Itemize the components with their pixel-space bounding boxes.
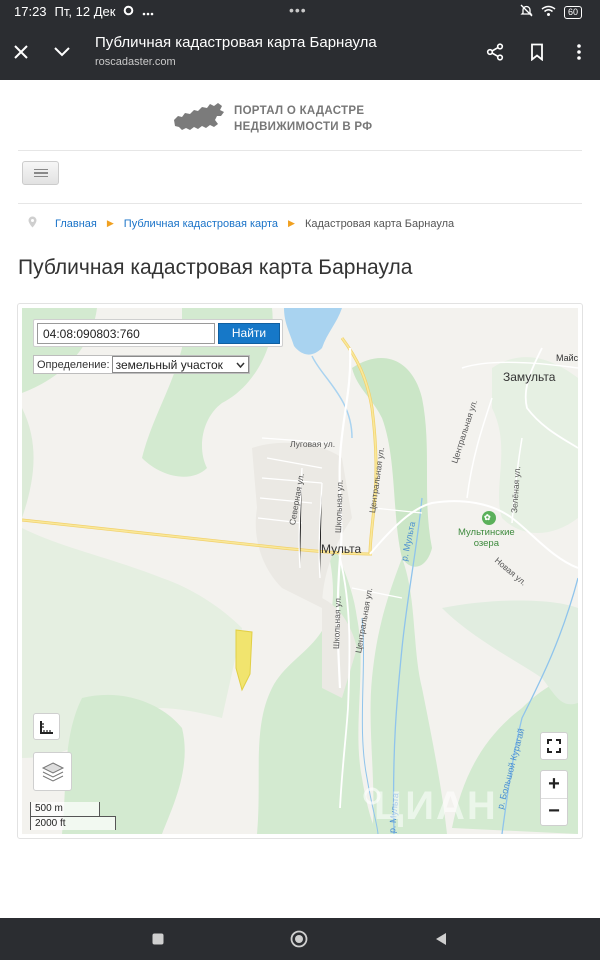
browser-page-title: Публичная кадастровая карта Барнаула: [95, 34, 377, 51]
notification-dot-icon: [123, 4, 134, 19]
zoom-control: + −: [540, 770, 568, 826]
russia-map-icon: [174, 103, 224, 130]
status-date: Пт, 12 Дек: [54, 4, 116, 19]
share-icon[interactable]: [481, 38, 509, 66]
cadastral-search-box: Найти: [33, 319, 283, 347]
definition-selector: Определение: земельный участок: [33, 355, 250, 374]
mute-bell-icon: [520, 4, 533, 20]
page-title: Публичная кадастровая карта Барнаула: [18, 256, 413, 279]
fullscreen-button[interactable]: [540, 732, 568, 760]
layers-button[interactable]: [33, 752, 72, 791]
ruler-icon: [39, 720, 53, 734]
scale-imperial: 2000 ft: [30, 816, 116, 830]
status-time: 17:23: [14, 4, 47, 19]
ruler-button[interactable]: [33, 713, 60, 740]
cadastral-map[interactable]: Мульта Замульта Майск Мультинскиеозера ✿…: [22, 308, 578, 834]
breadcrumb-current: Кадастровая карта Барнаула: [304, 217, 455, 230]
zoom-out-button[interactable]: −: [541, 799, 567, 826]
poi-label-lakes: Мультинские озера: [458, 527, 515, 549]
battery-icon: 60: [563, 5, 582, 19]
chevron-down-icon: [236, 362, 245, 368]
close-icon[interactable]: [7, 38, 35, 66]
breadcrumb-home-link[interactable]: Главная: [55, 218, 97, 230]
village-label-zamulta: Замульта: [503, 370, 556, 384]
more-dots-icon: [142, 4, 154, 19]
find-button[interactable]: Найти: [218, 323, 280, 344]
divider: [18, 203, 582, 204]
zoom-in-button[interactable]: +: [541, 771, 567, 799]
bookmark-icon[interactable]: [523, 38, 551, 66]
scale-metric: 500 m: [30, 802, 100, 816]
divider: [18, 150, 582, 151]
site-logo[interactable]: ПОРТАЛ О КАДАСТРЕ НЕДВИЖИМОСТИ В РФ: [172, 100, 372, 138]
location-pin-icon: [28, 216, 37, 231]
definition-select[interactable]: земельный участок: [111, 356, 249, 373]
system-nav-bar: [0, 918, 600, 960]
poi-lakes-icon: ✿: [484, 513, 491, 522]
logo-text: ПОРТАЛ О КАДАСТРЕ НЕДВИЖИМОСТИ В РФ: [234, 105, 373, 133]
cadastral-number-input[interactable]: [37, 323, 215, 344]
kebab-menu-icon[interactable]: [565, 38, 593, 66]
back-icon[interactable]: [431, 929, 451, 949]
village-label-multa: Мульта: [321, 542, 362, 556]
browser-toolbar: Публичная кадастровая карта Барнаула ros…: [0, 24, 600, 80]
street-label: Школьная ул.: [331, 595, 343, 650]
web-page: ПОРТАЛ О КАДАСТРЕ НЕДВИЖИМОСТИ В РФ Глав…: [0, 80, 600, 920]
breadcrumb-separator-icon: ▶: [288, 218, 295, 228]
home-icon[interactable]: [289, 929, 309, 949]
map-base-layer: [22, 308, 578, 834]
status-bar: 17:23 Пт, 12 Дек ••• 60: [0, 0, 600, 24]
layers-icon: [41, 761, 64, 782]
recent-apps-icon[interactable]: [148, 929, 168, 949]
village-label-maysk: Майск: [556, 353, 578, 363]
breadcrumb-map-link[interactable]: Публичная кадастровая карта: [124, 218, 278, 230]
breadcrumb-separator-icon: ▶: [106, 218, 114, 228]
chevron-down-icon[interactable]: [48, 38, 76, 66]
fullscreen-icon: [547, 739, 561, 753]
hamburger-menu-button[interactable]: [22, 161, 59, 185]
street-label: Луговая ул.: [290, 439, 336, 449]
definition-label: Определение:: [37, 358, 110, 371]
breadcrumb: Главная ▶ Публичная кадастровая карта ▶ …: [28, 216, 454, 231]
browser-url[interactable]: roscadaster.com: [95, 56, 176, 68]
wifi-icon: [541, 5, 556, 20]
street-label: Школьная ул.: [333, 479, 345, 534]
cian-watermark: ЦИАН: [374, 784, 498, 828]
cadastral-map-frame: Мульта Замульта Майск Мультинскиеозера ✿…: [17, 303, 583, 839]
handle-dots-icon: •••: [289, 2, 307, 18]
